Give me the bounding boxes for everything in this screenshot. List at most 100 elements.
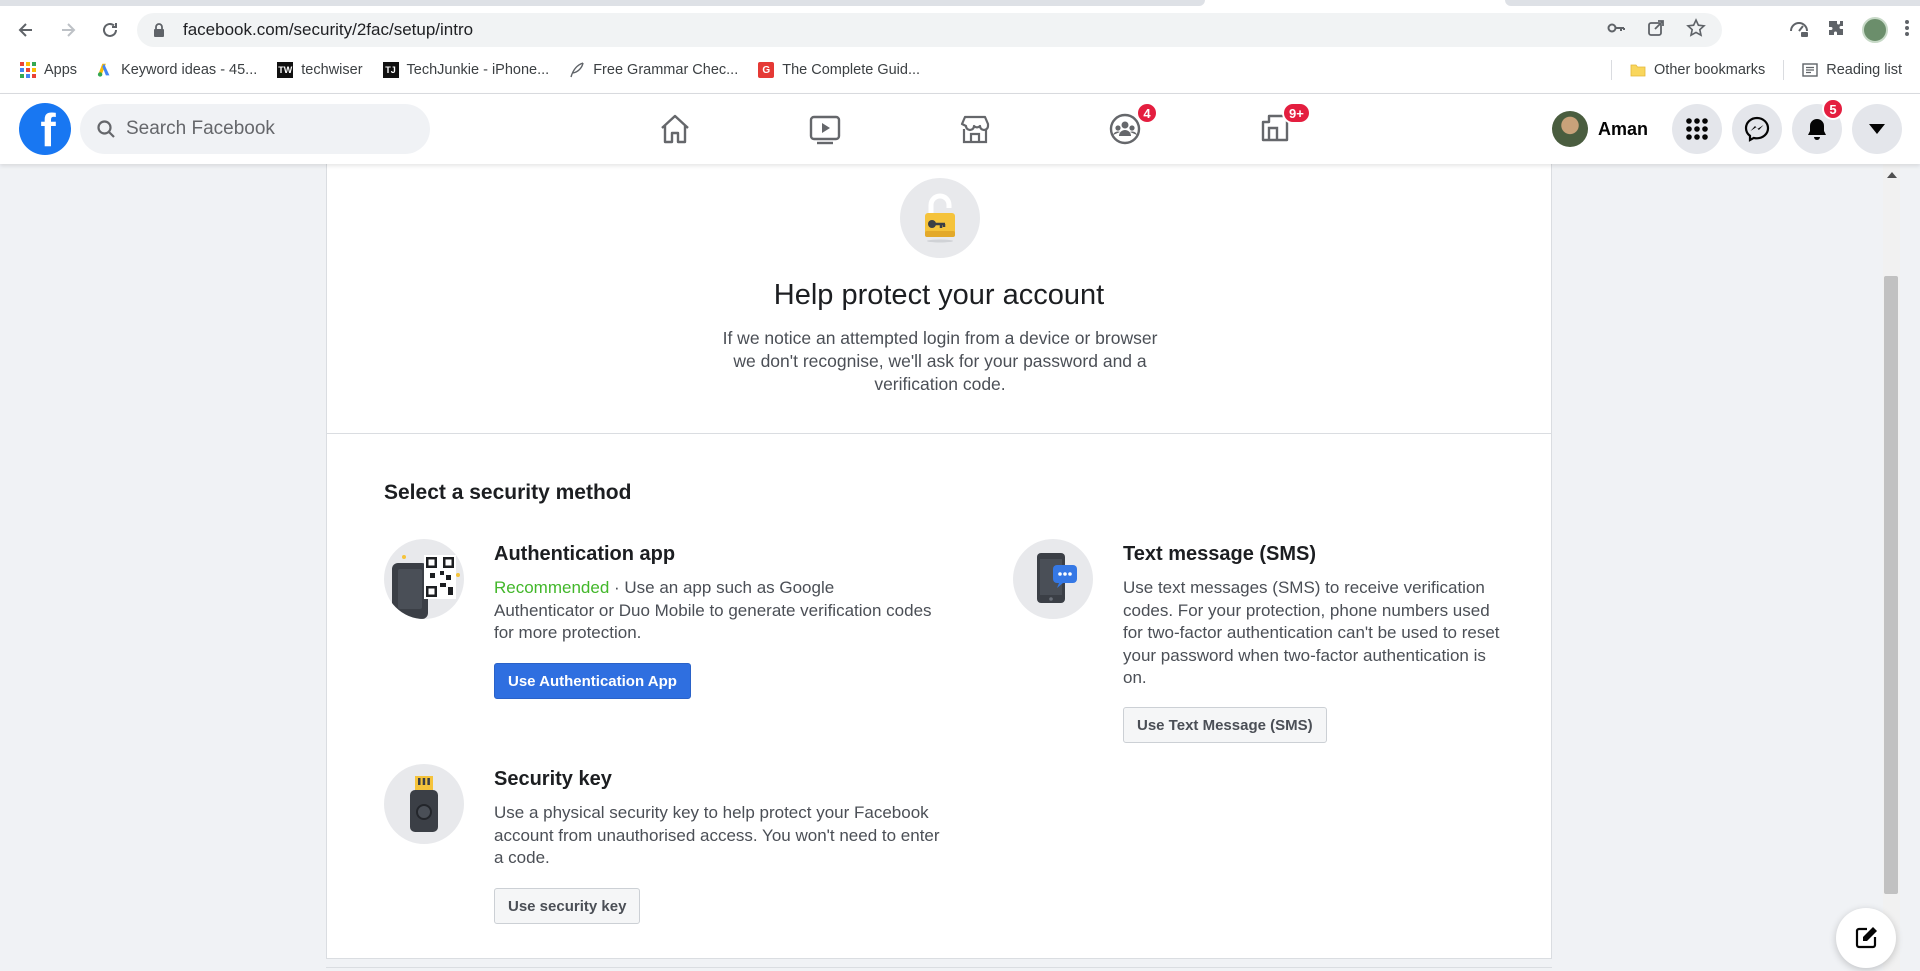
- main-nav: 4 9+: [600, 94, 1350, 164]
- bookmark-grammar[interactable]: Free Grammar Chec...: [569, 62, 738, 78]
- caret-down-icon: [1869, 124, 1885, 134]
- techwiser-icon: TW: [277, 62, 294, 78]
- grid-menu-icon: [1686, 118, 1708, 140]
- reading-list-label: Reading list: [1826, 62, 1902, 78]
- messenger-button[interactable]: [1732, 104, 1782, 154]
- other-bookmarks[interactable]: Other bookmarks: [1630, 62, 1765, 78]
- page-title: Help protect your account: [773, 279, 1105, 311]
- bookmark-keyword-ideas[interactable]: Keyword ideas - 45...: [97, 62, 257, 78]
- method-description: Recommended · Use an app such as Google …: [494, 577, 934, 645]
- watch-video-icon: [809, 115, 841, 145]
- new-message-button[interactable]: [1836, 908, 1896, 968]
- method-security-key: Security key Use a physical security key…: [384, 764, 944, 924]
- method-sms: Text message (SMS) Use text messages (SM…: [1013, 539, 1513, 743]
- reading-list[interactable]: Reading list: [1802, 62, 1902, 78]
- marketplace-store-icon: [960, 115, 990, 144]
- reading-list-icon: [1802, 62, 1818, 78]
- method-title: Text message (SMS): [1123, 543, 1317, 565]
- quill-icon: [569, 62, 585, 78]
- performance-icon[interactable]: [1788, 17, 1810, 44]
- notifications-button[interactable]: 5: [1792, 98, 1844, 154]
- arrow-right-icon: [62, 23, 76, 37]
- apps-grid-icon: [20, 62, 36, 78]
- star-icon[interactable]: [1686, 17, 1706, 43]
- nav-gaming[interactable]: 9+: [1200, 94, 1350, 164]
- search-box[interactable]: [80, 104, 430, 154]
- use-authentication-app-button[interactable]: Use Authentication App: [494, 663, 691, 699]
- other-bookmarks-label: Other bookmarks: [1654, 62, 1766, 78]
- use-text-message-button[interactable]: Use Text Message (SMS): [1123, 707, 1327, 743]
- bookmark-label: TechJunkie - iPhone...: [406, 62, 550, 78]
- qr-phone-icon: [384, 539, 464, 619]
- nav-groups[interactable]: 4: [1050, 94, 1200, 164]
- bookmark-techwiser[interactable]: TW techwiser: [277, 62, 363, 78]
- method-description: Use text messages (SMS) to receive verif…: [1123, 578, 1500, 687]
- reload-button[interactable]: [94, 14, 126, 46]
- bookmark-techjunkie[interactable]: TJ TechJunkie - iPhone...: [382, 62, 550, 78]
- profile-name: Aman: [1597, 118, 1648, 139]
- bookmark-apps[interactable]: Apps: [20, 62, 77, 78]
- page-scrollbar[interactable]: [1880, 164, 1920, 971]
- bookmark-label: Keyword ideas - 45...: [121, 62, 258, 78]
- back-button[interactable]: [10, 14, 42, 46]
- browser-profile-avatar[interactable]: [1862, 17, 1888, 43]
- profile-chip[interactable]: Aman: [1548, 109, 1662, 149]
- scrollbar-thumb[interactable]: [1884, 276, 1898, 894]
- kebab-menu-icon[interactable]: [1904, 18, 1910, 43]
- bookmarks-bar: Apps Keyword ideas - 45... TW techwiser …: [0, 54, 1920, 86]
- address-bar[interactable]: facebook.com/security/2fac/setup/intro: [137, 13, 1722, 47]
- notifications-badge: 5: [1822, 98, 1844, 120]
- google-ads-icon: [97, 62, 113, 78]
- scroll-up-arrow-icon[interactable]: [1883, 168, 1900, 182]
- nav-home[interactable]: [600, 94, 750, 164]
- padlock-key-icon: [900, 178, 980, 258]
- url-text[interactable]: facebook.com/security/2fac/setup/intro: [183, 20, 473, 40]
- intro-description: If we notice an attempted login from a d…: [722, 328, 1158, 394]
- recommended-label: Recommended: [494, 578, 610, 597]
- search-input[interactable]: [126, 118, 386, 140]
- bookmarks-divider: [1783, 60, 1785, 80]
- bookmarks-divider: [1611, 60, 1613, 80]
- method-description: Use a physical security key to help prot…: [494, 803, 940, 867]
- techjunkie-icon: TJ: [382, 62, 399, 78]
- phone-message-icon: [1013, 539, 1093, 619]
- nav-watch[interactable]: [750, 94, 900, 164]
- bookmark-label: Free Grammar Chec...: [593, 62, 739, 78]
- compose-edit-icon: [1855, 927, 1877, 949]
- facebook-logo-icon[interactable]: f: [19, 103, 71, 155]
- two-factor-card: Help protect your account If we notice a…: [326, 164, 1552, 959]
- tab-inactive[interactable]: [0, 0, 1205, 6]
- header-right: Aman 5: [1548, 94, 1902, 164]
- intro-section: Help protect your account If we notice a…: [327, 164, 1551, 434]
- toolbar-extensions: [1788, 14, 1910, 46]
- menu-button[interactable]: [1672, 104, 1722, 154]
- share-icon[interactable]: [1646, 18, 1666, 43]
- gaming-badge: 9+: [1282, 102, 1311, 124]
- messenger-icon: [1744, 116, 1770, 142]
- forward-button[interactable]: [52, 14, 84, 46]
- lock-icon[interactable]: [151, 22, 167, 38]
- home-icon: [661, 114, 689, 144]
- bookmark-complete-guide[interactable]: G The Complete Guid...: [758, 62, 920, 78]
- bookmark-label: techwiser: [301, 62, 363, 78]
- browser-chrome: facebook.com/security/2fac/setup/intro A…: [0, 0, 1920, 94]
- avatar: [1551, 111, 1588, 147]
- account-button[interactable]: [1852, 104, 1902, 154]
- divider: [326, 967, 1552, 968]
- groups-badge: 4: [1136, 102, 1158, 124]
- bookmark-label: The Complete Guid...: [782, 62, 921, 78]
- extensions-puzzle-icon[interactable]: [1826, 18, 1846, 43]
- tab-inactive[interactable]: [1505, 0, 1920, 6]
- reload-icon: [103, 22, 117, 37]
- method-auth-app: Authentication app Recommended · Use an …: [384, 539, 944, 699]
- folder-icon: [1630, 62, 1646, 78]
- nav-marketplace[interactable]: [900, 94, 1050, 164]
- security-key-icon: [384, 764, 464, 844]
- key-icon[interactable]: [1606, 18, 1626, 43]
- use-security-key-button[interactable]: Use security key: [494, 888, 641, 924]
- omnibox-actions: [1606, 13, 1706, 47]
- bookmark-label: Apps: [44, 62, 78, 78]
- g-logo-icon: G: [758, 62, 775, 78]
- method-title: Authentication app: [494, 543, 676, 565]
- page-content: Help protect your account If we notice a…: [0, 164, 1880, 971]
